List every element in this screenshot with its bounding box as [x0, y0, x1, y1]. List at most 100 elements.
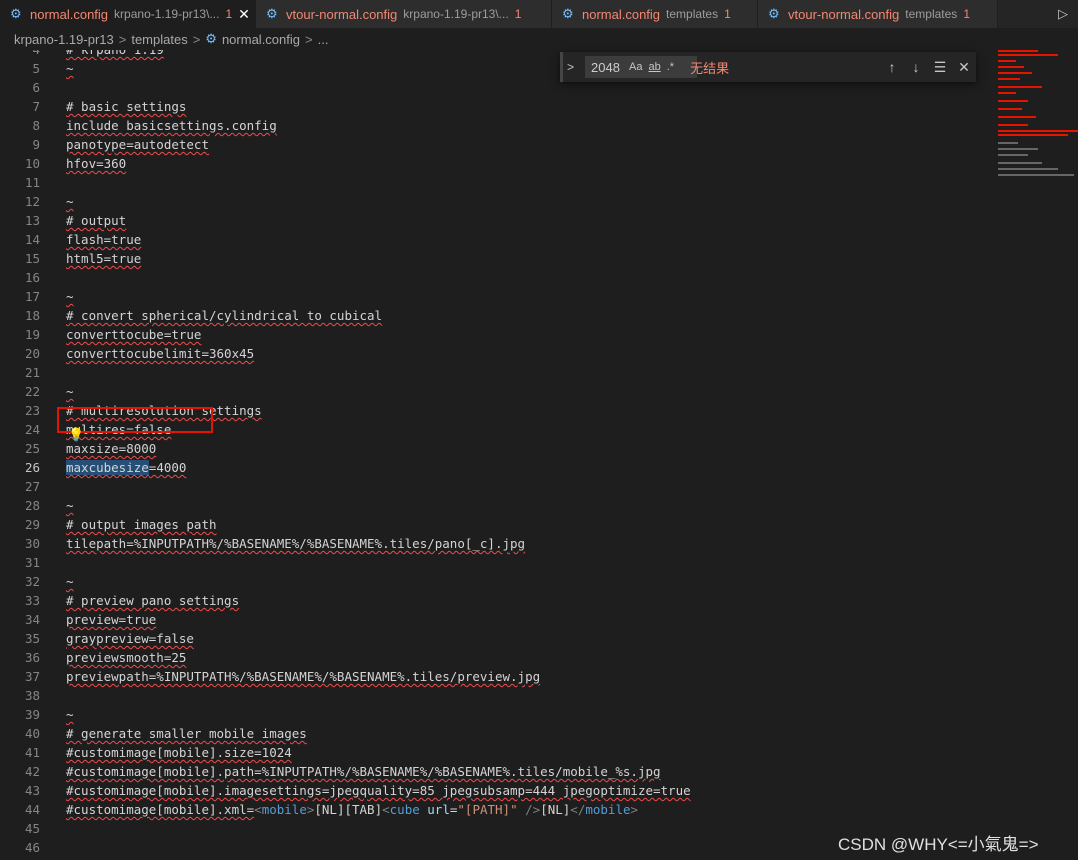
gear-icon: ⚙: [562, 6, 574, 21]
line-number: 34: [24, 612, 40, 627]
code-line[interactable]: 22 ~: [0, 382, 990, 401]
code-token: flash=true: [66, 232, 142, 247]
minimap-line: [998, 162, 1042, 164]
code-line[interactable]: 17 ~: [0, 287, 990, 306]
minimap-line: [998, 174, 1074, 176]
code-line[interactable]: 28 ~: [0, 496, 990, 515]
search-highlight-word: maxcubesize: [66, 460, 149, 475]
code-token: ~: [66, 707, 74, 722]
toggle-replace-button[interactable]: >: [567, 60, 583, 74]
code-editor[interactable]: 4 # krpano 1.19 5 ~6 7 # basic settings 8 inclu…: [0, 50, 990, 860]
code-line[interactable]: 41 #customimage[mobile].size=1024: [0, 743, 990, 762]
line-number: 6: [32, 80, 40, 95]
breadcrumb-file[interactable]: normal.config: [222, 32, 300, 47]
code-line[interactable]: 33 # preview pano settings: [0, 591, 990, 610]
xml-token: >: [630, 802, 639, 817]
previous-match-button[interactable]: ↑: [880, 59, 904, 75]
code-text: # output images path: [66, 515, 217, 534]
code-text: converttocubelimit=360x45: [66, 344, 254, 363]
code-line[interactable]: 42 #customimage[mobile].path=%INPUTPATH%/…: [0, 762, 990, 781]
lightbulb-icon[interactable]: 💡: [68, 427, 84, 443]
code-line[interactable]: 34 preview=true: [0, 610, 990, 629]
code-line[interactable]: 8 include basicsettings.config: [0, 116, 990, 135]
gear-icon: ⚙: [10, 6, 22, 21]
code-text: panotype=autodetect: [66, 135, 209, 154]
code-line[interactable]: 36 previewsmooth=25: [0, 648, 990, 667]
code-line[interactable]: 20 converttocubelimit=360x45: [0, 344, 990, 363]
code-line[interactable]: 25 maxsize=8000: [0, 439, 990, 458]
code-line[interactable]: 40 # generate smaller mobile images: [0, 724, 990, 743]
code-line[interactable]: 10 hfov=360: [0, 154, 990, 173]
code-line[interactable]: 31: [0, 553, 990, 572]
code-line[interactable]: 26 maxcubesize=4000: [0, 458, 990, 477]
code-token: panotype=autodetect: [66, 137, 209, 152]
minimap-line: [998, 92, 1016, 94]
code-line[interactable]: 19 converttocube=true: [0, 325, 990, 344]
code-text: previewsmooth=25: [66, 648, 186, 667]
code-line[interactable]: 32 ~: [0, 572, 990, 591]
gear-icon: ⚙: [266, 6, 278, 21]
code-token: # output images path: [66, 517, 217, 532]
code-line[interactable]: 35 graypreview=false: [0, 629, 990, 648]
code-token: ~: [66, 61, 74, 76]
minimap-line: [998, 124, 1028, 126]
code-line[interactable]: 18 # convert spherical/cylindrical to cub…: [0, 306, 990, 325]
whole-word-button[interactable]: ab: [648, 61, 660, 73]
code-token: ~: [66, 194, 74, 209]
find-in-selection-button[interactable]: ☰: [928, 59, 952, 76]
code-token: # basic settings: [66, 99, 187, 114]
play-icon[interactable]: ▷: [1058, 6, 1068, 22]
breadcrumb-folder-templates[interactable]: templates: [131, 32, 187, 47]
tab-description: templates: [905, 7, 958, 21]
code-line[interactable]: 29 # output images path: [0, 515, 990, 534]
line-number: 11: [24, 175, 40, 190]
code-text: #customimage[mobile].xml=<mobile>[NL][TA…: [66, 800, 638, 819]
tab-normal-config-templates[interactable]: ⚙ normal.config templates 1: [552, 0, 758, 28]
code-line[interactable]: 38: [0, 686, 990, 705]
breadcrumb-symbol[interactable]: ...: [318, 32, 329, 47]
code-text: # basic settings: [66, 97, 186, 116]
code-line[interactable]: 16: [0, 268, 990, 287]
tab-vtour-normal-config-templates[interactable]: ⚙ vtour-normal.config templates 1: [758, 0, 998, 28]
code-line[interactable]: 13 # output: [0, 211, 990, 230]
code-line[interactable]: 37 previewpath=%INPUTPATH%/%BASENAME%/%BA…: [0, 667, 990, 686]
code-text: # output: [66, 211, 126, 230]
code-token: # krpano 1.19: [66, 50, 164, 57]
tab-vtour-normal-config-krpano[interactable]: ⚙ vtour-normal.config krpano-1.19-pr13\.…: [256, 0, 552, 28]
code-line[interactable]: 9 panotype=autodetect: [0, 135, 990, 154]
regex-button[interactable]: .*: [667, 61, 674, 73]
tab-description: krpano-1.19-pr13\...: [403, 7, 509, 21]
code-line[interactable]: 14 flash=true: [0, 230, 990, 249]
line-number: 32: [24, 574, 40, 589]
code-line[interactable]: 39 ~: [0, 705, 990, 724]
code-line[interactable]: 15 html5=true: [0, 249, 990, 268]
code-line[interactable]: 21: [0, 363, 990, 382]
minimap[interactable]: [996, 50, 1078, 200]
tab-title: normal.config: [30, 6, 109, 22]
code-line[interactable]: 27: [0, 477, 990, 496]
code-line[interactable]: 43 #customimage[mobile].imagesettings=jpe…: [0, 781, 990, 800]
xml-token: [NL][TAB]: [314, 802, 383, 817]
line-number: 27: [24, 479, 40, 494]
tab-normal-config-krpano[interactable]: ⚙ normal.config krpano-1.19-pr13\... 1 ✕: [0, 0, 256, 28]
code-token: # output: [66, 213, 127, 228]
tab-problem-count: 1: [514, 7, 522, 21]
close-find-button[interactable]: ✕: [952, 59, 976, 76]
xml-token: mobile: [585, 802, 631, 817]
close-icon[interactable]: ✕: [238, 6, 254, 23]
line-number: 23: [24, 403, 40, 418]
code-line[interactable]: 7 # basic settings: [0, 97, 990, 116]
line-number: 15: [24, 251, 40, 266]
code-line[interactable]: 12 ~: [0, 192, 990, 211]
code-line[interactable]: 11: [0, 173, 990, 192]
next-match-button[interactable]: ↓: [904, 59, 928, 75]
code-line[interactable]: 30 tilepath=%INPUTPATH%/%BASENAME%/%BASEN…: [0, 534, 990, 553]
breadcrumb-folder-root[interactable]: krpano-1.19-pr13: [14, 32, 114, 47]
code-text: #customimage[mobile].size=1024: [66, 743, 292, 762]
line-number: 28: [24, 498, 40, 513]
code-line[interactable]: 44 #customimage[mobile].xml=<mobile>[NL][…: [0, 800, 990, 819]
code-token: # preview pano settings: [66, 593, 240, 608]
code-token: ~: [66, 498, 74, 513]
line-number: 38: [24, 688, 40, 703]
match-case-button[interactable]: Aa: [629, 61, 642, 73]
